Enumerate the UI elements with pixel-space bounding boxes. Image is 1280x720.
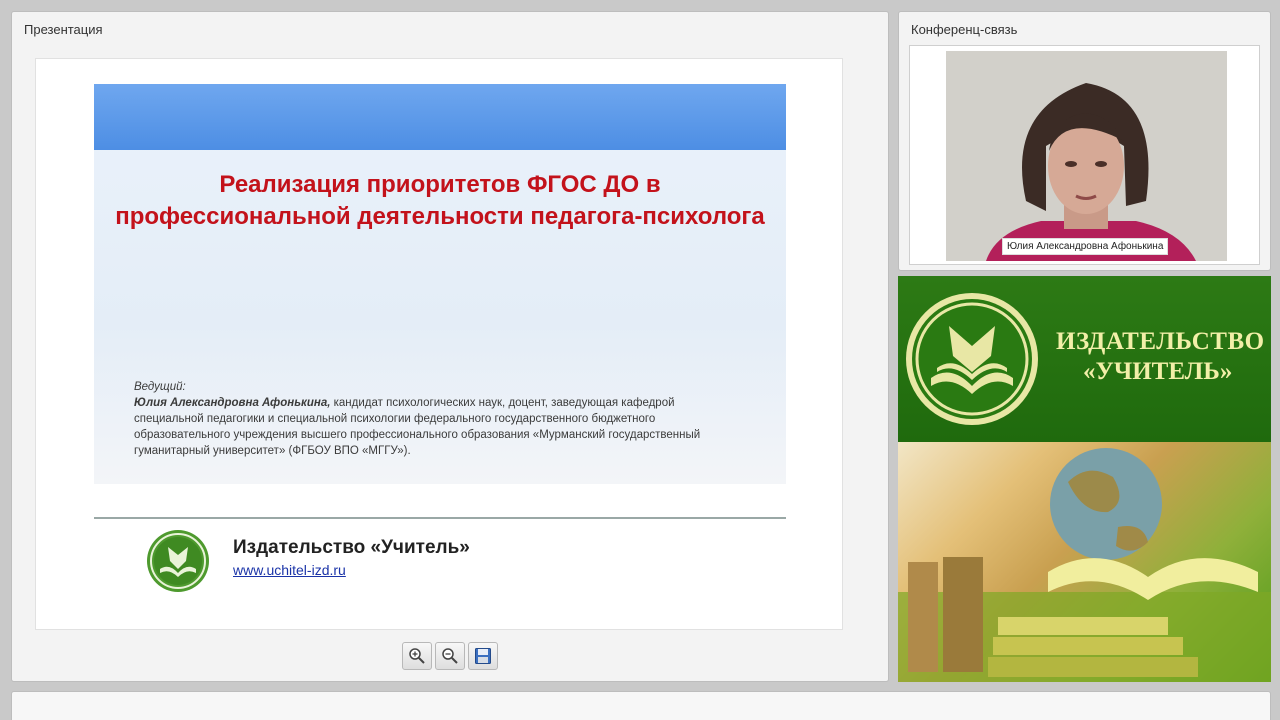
bottom-panel <box>11 691 1271 720</box>
presenter-label: Ведущий: <box>134 381 186 393</box>
slide-title: Реализация приоритетов ФГОС ДО в професс… <box>115 171 765 230</box>
conference-panel-title: Конференц-связь <box>911 22 1018 37</box>
zoom-out-icon <box>442 648 458 664</box>
save-button[interactable] <box>468 642 498 670</box>
presenter-name: Юлия Александровна Афонькина, <box>134 397 331 409</box>
presentation-panel-title: Презентация <box>24 22 103 37</box>
books-globe-illustration <box>898 448 1271 682</box>
publisher-emblem-icon <box>906 293 1038 425</box>
zoom-in-button[interactable] <box>402 642 432 670</box>
zoom-out-button[interactable] <box>435 642 465 670</box>
slide-body: Реализация приоритетов ФГОС ДО в професс… <box>94 84 786 484</box>
video-container: Юлия Александровна Афонькина <box>909 45 1260 265</box>
slide-header-band <box>94 84 786 150</box>
video-caption: Юлия Александровна Афонькина <box>1002 238 1169 255</box>
conference-panel: Конференц-связь Юлия Александровна Афонь… <box>898 11 1271 271</box>
publisher-logo-icon <box>147 530 209 592</box>
zoom-in-icon <box>409 648 425 664</box>
banner-books-image <box>898 442 1271 682</box>
slide-publisher-name: Издательство «Учитель» <box>233 537 470 558</box>
presentation-panel: Презентация Реализация приоритетов ФГОС … <box>11 11 889 682</box>
save-icon <box>475 648 491 664</box>
speaker-video-image <box>946 51 1227 261</box>
banner-header: ИЗДАТЕЛЬСТВО «УЧИТЕЛЬ» <box>898 276 1271 442</box>
publisher-banner[interactable]: ИЗДАТЕЛЬСТВО «УЧИТЕЛЬ» <box>898 276 1271 682</box>
webcam-video[interactable]: Юлия Александровна Афонькина <box>946 51 1227 261</box>
slide-divider <box>94 517 786 519</box>
banner-name-line1: ИЗДАТЕЛЬСТВО <box>1056 328 1265 355</box>
banner-name-line2: «УЧИТЕЛЬ» <box>1083 358 1233 385</box>
publisher-link[interactable]: www.uchitel-izd.ru <box>233 562 346 578</box>
slide-presenter-info: Ведущий: Юлия Александровна Афонькина, к… <box>134 379 738 459</box>
presentation-slide: Реализация приоритетов ФГОС ДО в професс… <box>35 58 843 630</box>
